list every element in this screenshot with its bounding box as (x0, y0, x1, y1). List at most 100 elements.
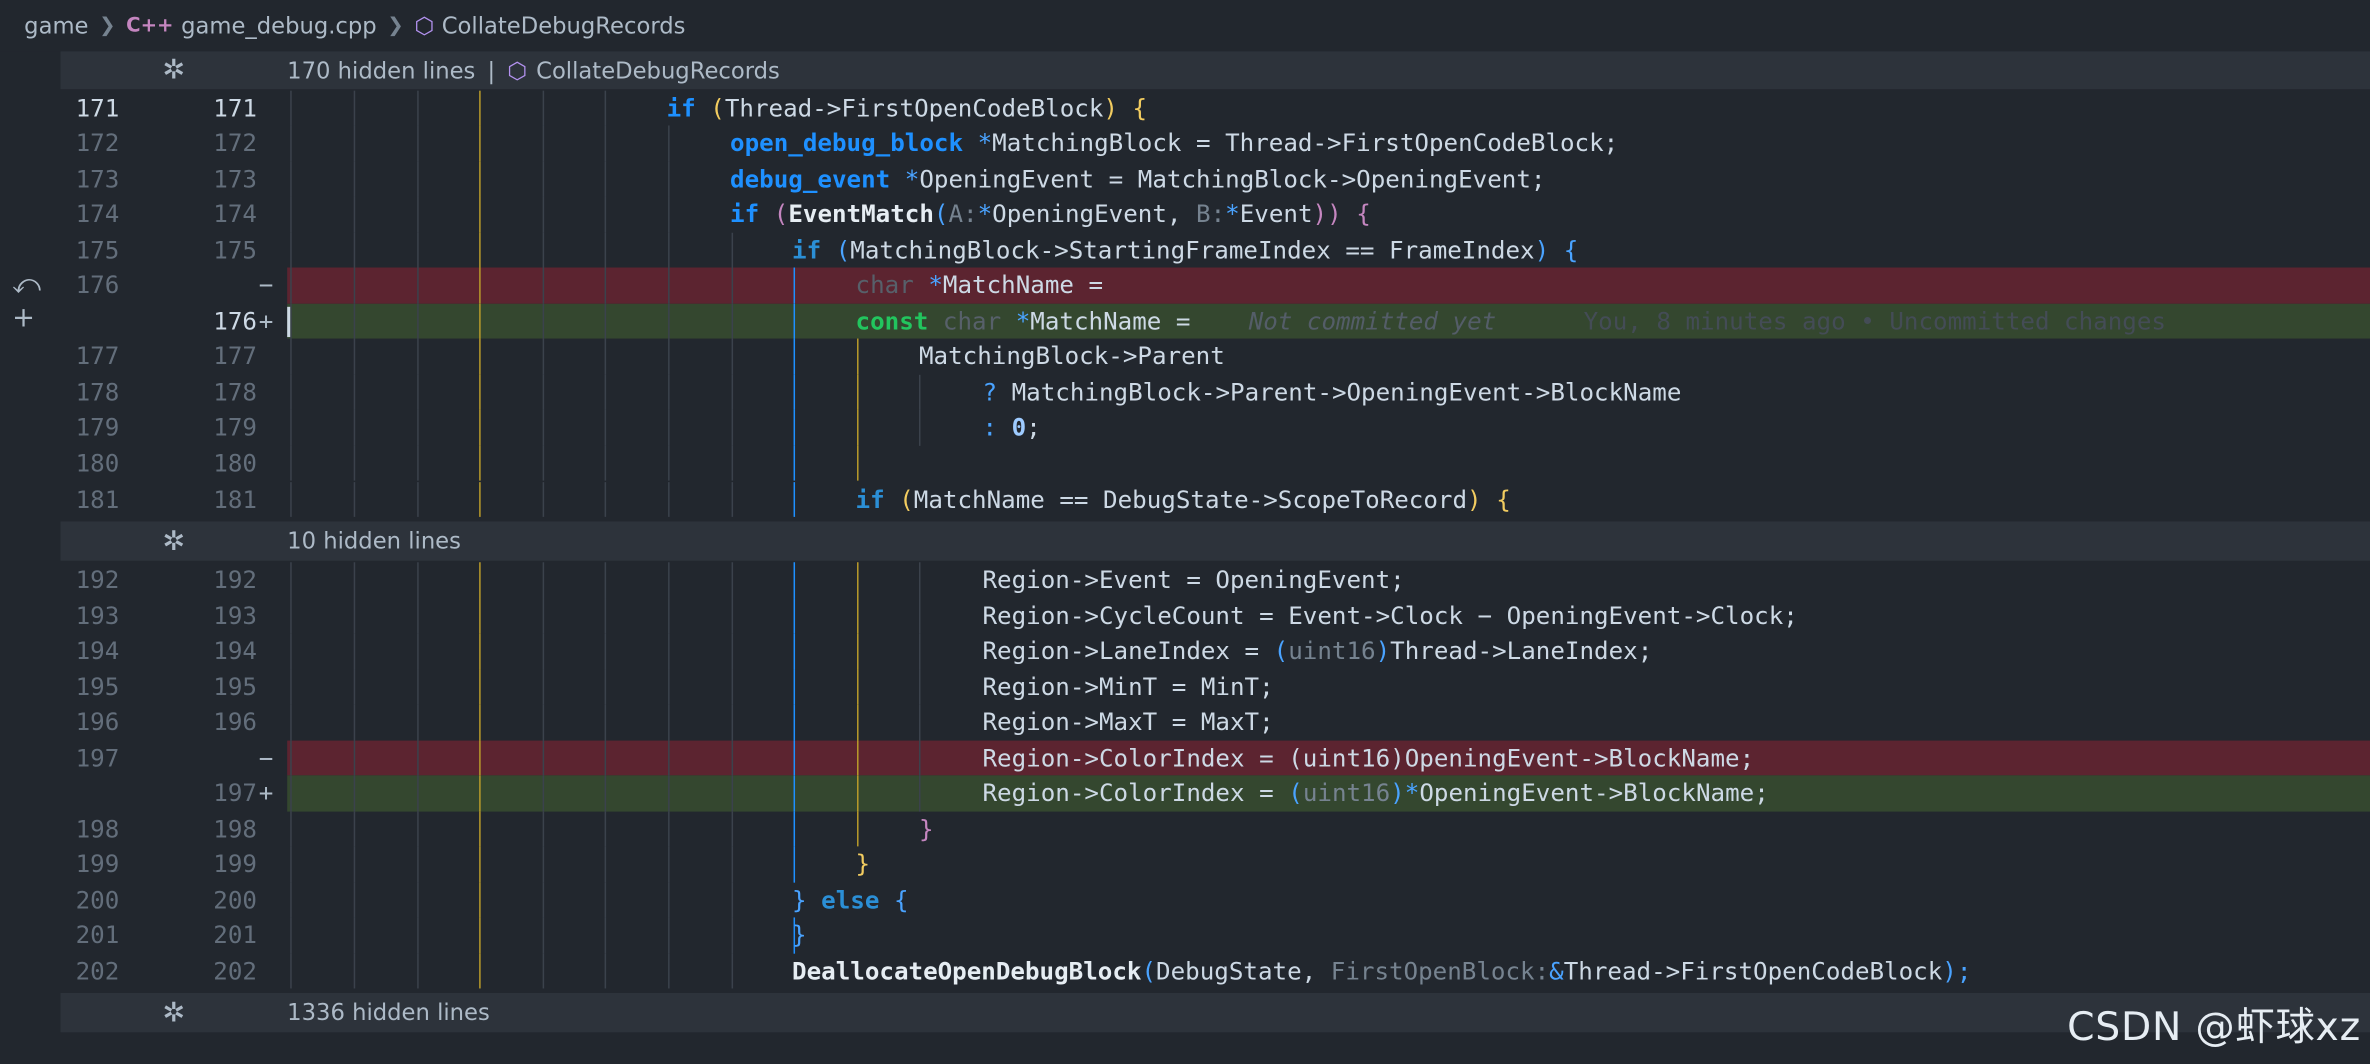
chevron-right-icon: ❯ (99, 14, 116, 38)
line-content[interactable]: if (MatchingBlock->StartingFrameIndex ==… (287, 231, 2370, 268)
line-content[interactable]: debug_event *OpeningEvent = MatchingBloc… (287, 160, 2370, 197)
old-line-number: 176 (75, 270, 120, 300)
line-content[interactable]: DeallocateOpenDebugBlock(DebugState, Fir… (287, 952, 2370, 989)
indent-guide (604, 881, 607, 918)
indent-guide (731, 810, 734, 847)
line-content[interactable]: Region->Event = OpeningEvent; (287, 562, 2370, 598)
line-content[interactable]: Region->MaxT = MaxT; (287, 704, 2370, 740)
indent-guide (604, 597, 607, 634)
new-line-number: 172 (213, 128, 257, 158)
hidden-lines-bar[interactable]: ✲ 1336 hidden lines (60, 992, 2370, 1033)
new-line-number: 179 (213, 412, 257, 442)
line-content[interactable]: ? MatchingBlock->Parent->OpeningEvent->B… (287, 374, 2370, 410)
code-line[interactable]: 201 201} (60, 917, 2370, 953)
unfold-icon[interactable]: ✲ (60, 525, 287, 557)
code-token: const (855, 306, 929, 335)
line-content[interactable]: Region->LaneIndex = (uint16)Thread->Lane… (287, 633, 2370, 669)
indent-guide (353, 739, 356, 776)
indent-guide (290, 597, 292, 634)
code-line[interactable]: 178 178? MatchingBlock->Parent->OpeningEv… (60, 374, 2370, 410)
indent-guide (604, 917, 607, 953)
stage-change-icon[interactable]: + (12, 302, 35, 334)
code-line[interactable]: 179 179: 0; (60, 409, 2370, 446)
line-content[interactable]: if (MatchName == DebugState->ScopeToReco… (287, 481, 2370, 517)
code-token: * (904, 163, 920, 193)
indent-guide (731, 597, 734, 634)
line-content[interactable]: } (287, 810, 2370, 847)
code-line[interactable]: 173 173 debug_event *OpeningEvent = Matchi… (60, 160, 2370, 197)
code-line[interactable]: 172 172 open_debug_block *MatchingBlock = … (60, 125, 2370, 161)
line-content[interactable]: Region->ColorIndex = (uint16)*OpeningEve… (287, 775, 2370, 811)
code-line[interactable]: 180 180 (60, 445, 2370, 481)
code-token: uint16 (1302, 778, 1391, 808)
code-line[interactable]: 175 175 if (MatchingBlock->StartingFrameIn… (60, 231, 2370, 268)
code-token: : (982, 412, 998, 442)
indent-guide (417, 739, 419, 776)
indent-guide (793, 846, 796, 882)
indent-guide (479, 810, 481, 847)
code-token: if (792, 235, 822, 264)
indent-guide (542, 668, 545, 705)
indent-guide (857, 668, 859, 705)
old-line-number: 198 (75, 813, 120, 843)
revert-change-icon[interactable]: ⤺ (12, 269, 41, 301)
line-content[interactable]: MatchingBlock->Parent (287, 338, 2370, 375)
old-line-number: 181 (75, 484, 120, 514)
line-content[interactable]: } (287, 846, 2370, 882)
indent-guide (793, 374, 796, 410)
indent-guide (290, 952, 292, 989)
line-content[interactable]: const char *MatchName = Not committed ye… (287, 303, 2370, 339)
added-line[interactable]: 197 + Region->ColorIndex = (uint16)*Openin… (60, 775, 2370, 811)
code-line[interactable]: 177 177 MatchingBlock->Parent (60, 338, 2370, 375)
code-line[interactable]: 198 198} (60, 810, 2370, 847)
line-content[interactable]: Region->ColorIndex = (uint16)OpeningEven… (287, 739, 2370, 776)
line-content[interactable]: char *MatchName = (287, 267, 2370, 304)
hidden-lines-bar[interactable]: ✲ 170 hidden lines | ⬡ CollateDebugRecor… (60, 51, 2370, 90)
deleted-line[interactable]: 176 − char *MatchName = (60, 267, 2370, 304)
code-text: Region->MaxT = MaxT; (982, 704, 1273, 740)
line-content[interactable]: open_debug_block *MatchingBlock = Thread… (287, 125, 2370, 161)
new-line-number: 197 (213, 778, 257, 808)
line-content[interactable] (287, 445, 2370, 481)
code-line[interactable]: 181 181 if (MatchName == DebugState->Scope… (60, 481, 2370, 517)
indent-guide (542, 89, 545, 126)
line-content[interactable]: : 0; (287, 409, 2370, 446)
added-line[interactable]: 176 + const char *MatchName = Not committe… (60, 303, 2370, 339)
indent-guide (857, 445, 859, 481)
code-line[interactable]: 174 174 if (EventMatch(A:*OpeningEvent, B:… (60, 196, 2370, 232)
indent-guide (353, 704, 356, 740)
breadcrumb-folder[interactable]: game (24, 12, 88, 39)
code-line[interactable]: 194 194 Region->LaneIndex = (uint16)Thread… (60, 633, 2370, 669)
code-token: } (792, 884, 807, 914)
code-token: ( (899, 484, 914, 514)
code-line[interactable]: 199 199} (60, 846, 2370, 882)
code-line[interactable]: 192 192 Region->Event = OpeningEvent; (60, 562, 2370, 598)
line-content[interactable]: Region->MinT = MinT; (287, 668, 2370, 705)
indent-guide (793, 633, 796, 669)
breadcrumb-file[interactable]: game_debug.cpp (181, 12, 377, 39)
old-line-number: 200 (75, 884, 120, 914)
line-content[interactable]: } else { (287, 881, 2370, 918)
indent-guide (731, 881, 734, 918)
indent-guide (290, 89, 292, 126)
unfold-icon[interactable]: ✲ (60, 997, 287, 1029)
code-line[interactable]: 202 202 DeallocateOpenDebugBlock(DebugStat… (60, 952, 2370, 989)
line-content[interactable]: } (287, 917, 2370, 953)
code-line[interactable]: 195 195 Region->MinT = MinT; (60, 668, 2370, 705)
indent-guide (353, 810, 356, 847)
code-text: } else { (792, 882, 909, 918)
deleted-line[interactable]: 197 − Region->ColorIndex = (uint16)Opening… (60, 739, 2370, 776)
code-text: ? MatchingBlock->Parent->OpeningEvent->B… (982, 374, 1681, 410)
code-text: Region->CycleCount = Event->Clock − Open… (982, 598, 1797, 634)
code-line[interactable]: 171 171 if (Thread->FirstOpenCodeBlock) { (60, 89, 2370, 126)
hidden-lines-bar[interactable]: ✲ 10 hidden lines (60, 521, 2370, 561)
line-content[interactable]: if (EventMatch(A:*OpeningEvent, B:*Event… (287, 196, 2370, 232)
breadcrumb-symbol[interactable]: CollateDebugRecords (442, 12, 686, 39)
code-line[interactable]: 193 193 Region->CycleCount = Event->Clock … (60, 597, 2370, 634)
code-line[interactable]: 196 196 Region->MaxT = MaxT; (60, 704, 2370, 740)
line-content[interactable]: if (Thread->FirstOpenCodeBlock) { (287, 89, 2370, 126)
code-line[interactable]: 200 200} else { (60, 881, 2370, 918)
line-content[interactable]: Region->CycleCount = Event->Clock − Open… (287, 597, 2370, 634)
unfold-icon[interactable]: ✲ (60, 54, 287, 86)
